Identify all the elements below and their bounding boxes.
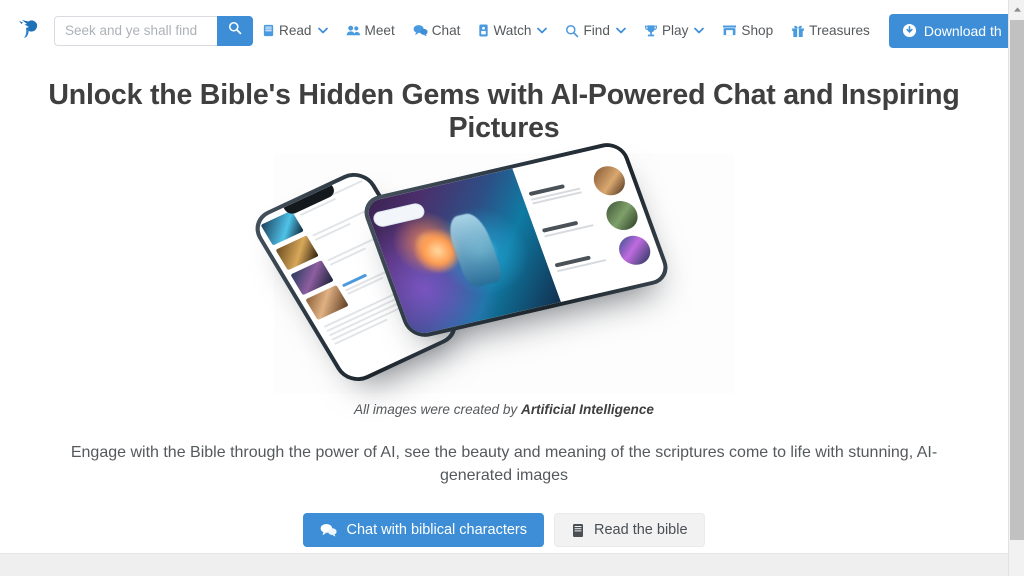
- comments-icon: [320, 523, 338, 537]
- nav-item-label: Find: [583, 23, 610, 38]
- footer-section: [0, 553, 1008, 576]
- magnifier-icon: [565, 24, 579, 38]
- nav-item-label: Play: [661, 23, 689, 38]
- nav-item-chat[interactable]: Chat: [404, 11, 470, 51]
- caret-up-icon: [1013, 0, 1022, 18]
- phone-mockup-image: [247, 139, 734, 393]
- hero-section: Unlock the Bible's Hidden Gems with AI-P…: [0, 61, 1008, 548]
- primary-cta-label: Chat with biblical characters: [346, 522, 527, 539]
- read-the-bible-button[interactable]: Read the bible: [554, 513, 705, 548]
- phone-mockup-front: [358, 139, 674, 341]
- chat-with-biblical-characters-button[interactable]: Chat with biblical characters: [303, 513, 544, 548]
- nav-item-find[interactable]: Find: [556, 11, 634, 51]
- page-viewport: Read Meet: [0, 0, 1024, 576]
- nav-item-label: Chat: [431, 23, 461, 38]
- nav-item-watch[interactable]: Watch: [469, 11, 556, 51]
- nav-item-label: Shop: [741, 23, 774, 38]
- secondary-cta-label: Read the bible: [594, 522, 688, 539]
- users-icon: [346, 24, 361, 37]
- nav-item-shop[interactable]: Shop: [713, 11, 782, 51]
- search-input[interactable]: [54, 15, 217, 46]
- cta-button-row: Chat with biblical characters Read the b…: [0, 513, 1008, 548]
- dove-logo-icon: [16, 15, 42, 46]
- nav-item-play[interactable]: Play: [635, 11, 713, 51]
- nav-item-label: Watch: [493, 23, 532, 38]
- nav-item-meet[interactable]: Meet: [337, 11, 404, 51]
- mobile-video-icon: [478, 24, 489, 37]
- image-credit-caption: All images were created by Artificial In…: [0, 402, 1008, 417]
- chevron-down-icon: [616, 27, 626, 34]
- caption-prefix: All images were created by: [354, 402, 522, 417]
- trophy-icon: [644, 24, 658, 38]
- search-group: [54, 15, 253, 46]
- page-title: Unlock the Bible's Hidden Gems with AI-P…: [48, 79, 960, 144]
- search-icon: [228, 21, 242, 40]
- nav-item-treasures[interactable]: Treasures: [782, 11, 879, 51]
- hero-image-wrapper: [0, 139, 1008, 398]
- nav-item-read[interactable]: Read: [253, 11, 337, 51]
- book-icon: [262, 24, 275, 37]
- book-icon: [571, 523, 585, 538]
- main-navigation: Read Meet Chat Watch Find Play Shop Trea…: [253, 11, 1008, 51]
- gift-icon: [791, 24, 805, 38]
- download-circle-icon: [902, 23, 917, 38]
- site-header: Read Meet: [0, 0, 1008, 61]
- scrollbar-thumb[interactable]: [1010, 20, 1024, 540]
- chevron-down-icon: [317, 27, 328, 34]
- hero-description: Engage with the Bible through the power …: [70, 444, 938, 485]
- nav-item-label: Meet: [364, 23, 395, 38]
- caption-emphasis: Artificial Intelligence: [521, 402, 654, 417]
- page-scrollbar[interactable]: [1008, 0, 1024, 576]
- comments-icon: [413, 24, 428, 37]
- site-logo[interactable]: [10, 12, 48, 50]
- chevron-down-icon: [537, 27, 548, 34]
- chevron-down-icon: [694, 27, 705, 34]
- scroll-up-button[interactable]: [1009, 0, 1024, 17]
- nav-item-label: Read: [279, 23, 312, 38]
- download-the-app-button[interactable]: Download th: [888, 13, 1008, 48]
- store-icon: [722, 24, 737, 37]
- search-button[interactable]: [217, 15, 253, 46]
- download-button-label: Download th: [923, 22, 1002, 39]
- nav-item-label: Treasures: [809, 23, 870, 38]
